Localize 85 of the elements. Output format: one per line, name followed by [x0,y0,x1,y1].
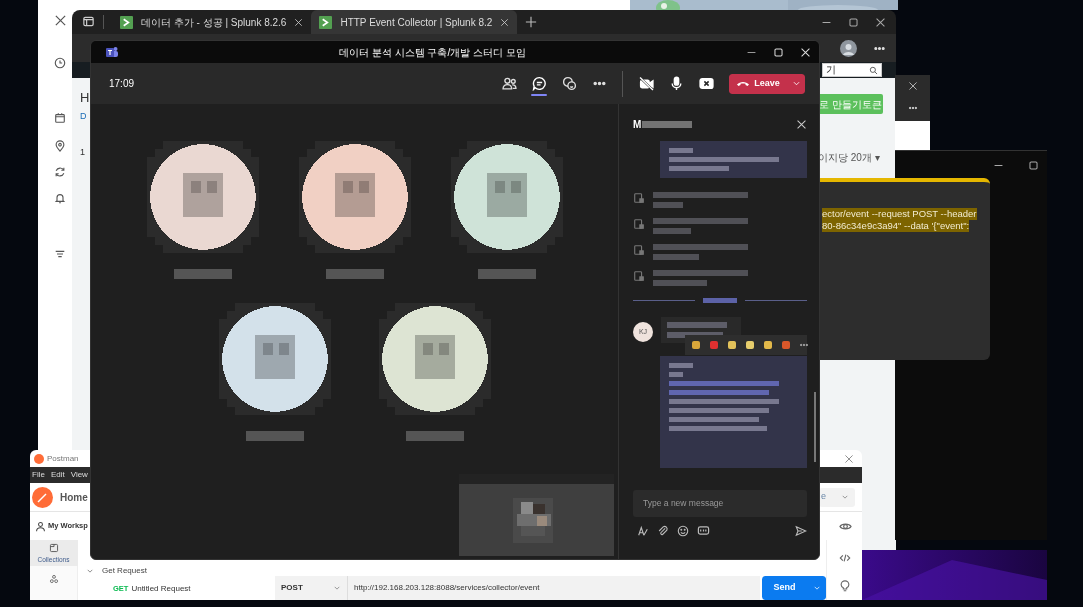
blurred-text [653,228,691,234]
blurred-text [669,166,729,171]
window-title: Postman [47,452,79,465]
home-tab[interactable]: Home [60,489,88,505]
reactions-icon[interactable] [561,76,577,91]
content-area [895,121,930,153]
format-icon[interactable] [637,524,649,537]
blurred-text [653,280,707,286]
send-button[interactable]: Send [762,576,807,600]
browser-tab[interactable]: HTTP Event Collector | Splunk 8.2 [311,10,518,34]
environment-dropdown[interactable]: e [819,487,855,507]
blurred-text [667,322,727,328]
stop-share-icon[interactable] [698,76,714,91]
blurred-name [173,269,232,279]
browser-tab[interactable]: 데이터 추가 - 성공 | Splunk 8.2.6 [112,10,312,34]
gif-icon[interactable] [697,524,710,537]
logo-icon [105,45,119,59]
caret-icon [333,584,341,592]
person-icon [35,520,46,532]
code-icon[interactable] [838,552,851,564]
tree-item[interactable]: Get Request [78,562,275,580]
blurred-text [669,363,693,368]
emoji-icon[interactable] [677,524,689,537]
text: H [80,89,90,107]
close-icon[interactable] [875,16,886,28]
text: D [80,110,88,123]
leave-button[interactable]: Leave [729,73,787,94]
camera-off-icon[interactable] [638,76,654,91]
caret-icon [812,584,821,592]
selected-text: 80-86c34e9c3a94" --data '{"event": [822,220,970,232]
chevron-icon [319,15,333,29]
caret-icon [841,493,849,501]
url-field[interactable]: http://192.168.203.128:8088/services/collector/event [348,576,760,600]
blurred-text [669,372,683,377]
attach-icon[interactable] [657,524,669,537]
apis-icon[interactable] [48,574,59,584]
selected-text: ector/event --request POST --header [822,208,977,220]
search-icon[interactable] [869,65,878,75]
clock-icon[interactable] [54,57,66,69]
blurred-name [245,431,304,441]
caret-icon [791,79,801,88]
scrollbar[interactable] [814,392,816,462]
menu-item[interactable]: File [32,469,45,481]
method-select[interactable]: POST [275,576,348,600]
search-field[interactable]: 기 [822,63,882,77]
maximize-icon[interactable] [848,16,859,28]
phone-icon [736,80,751,87]
tab-list-icon[interactable] [82,15,95,28]
new-tab-icon[interactable] [525,16,538,28]
send-icon[interactable] [795,524,807,537]
blurred-name [405,431,464,441]
event-icon [633,270,645,282]
logo-icon [34,453,44,464]
bell-icon[interactable] [54,192,66,204]
calendar-icon[interactable] [54,112,66,124]
refresh-icon[interactable] [54,166,66,178]
blurred-text [653,202,683,208]
collections-icon [48,543,59,553]
location-pin-icon[interactable] [54,140,66,152]
menu-item[interactable]: Edit [50,469,65,481]
leave-dropdown-button[interactable] [787,73,805,94]
blurred-text [653,254,699,260]
close-icon[interactable] [907,81,918,91]
message-field[interactable]: Type a new message [633,490,807,517]
window-title: 데이터 분석 시스템 구축/개발 스터디 모임 [338,45,527,60]
chat-title: M [633,117,642,132]
chevron-icon [120,15,133,29]
maximize-icon[interactable] [1028,160,1039,171]
lightbulb-icon[interactable] [838,580,851,592]
menu-item[interactable]: View [70,469,88,481]
event-icon [633,244,645,256]
avatar[interactable] [840,39,857,57]
chat-icon[interactable] [531,76,547,91]
event-icon [633,192,645,204]
blurred-text [642,120,693,128]
close-icon[interactable] [53,14,67,27]
text: 1 [80,145,86,159]
meeting-time: 17:09 [109,77,135,91]
participants-icon[interactable] [501,76,517,91]
blurred-name [325,269,384,279]
blurred-text [669,148,693,153]
blurred-name [477,269,536,279]
logo-icon[interactable] [32,486,53,508]
menu-icon[interactable] [54,248,66,260]
event-icon [633,218,645,230]
